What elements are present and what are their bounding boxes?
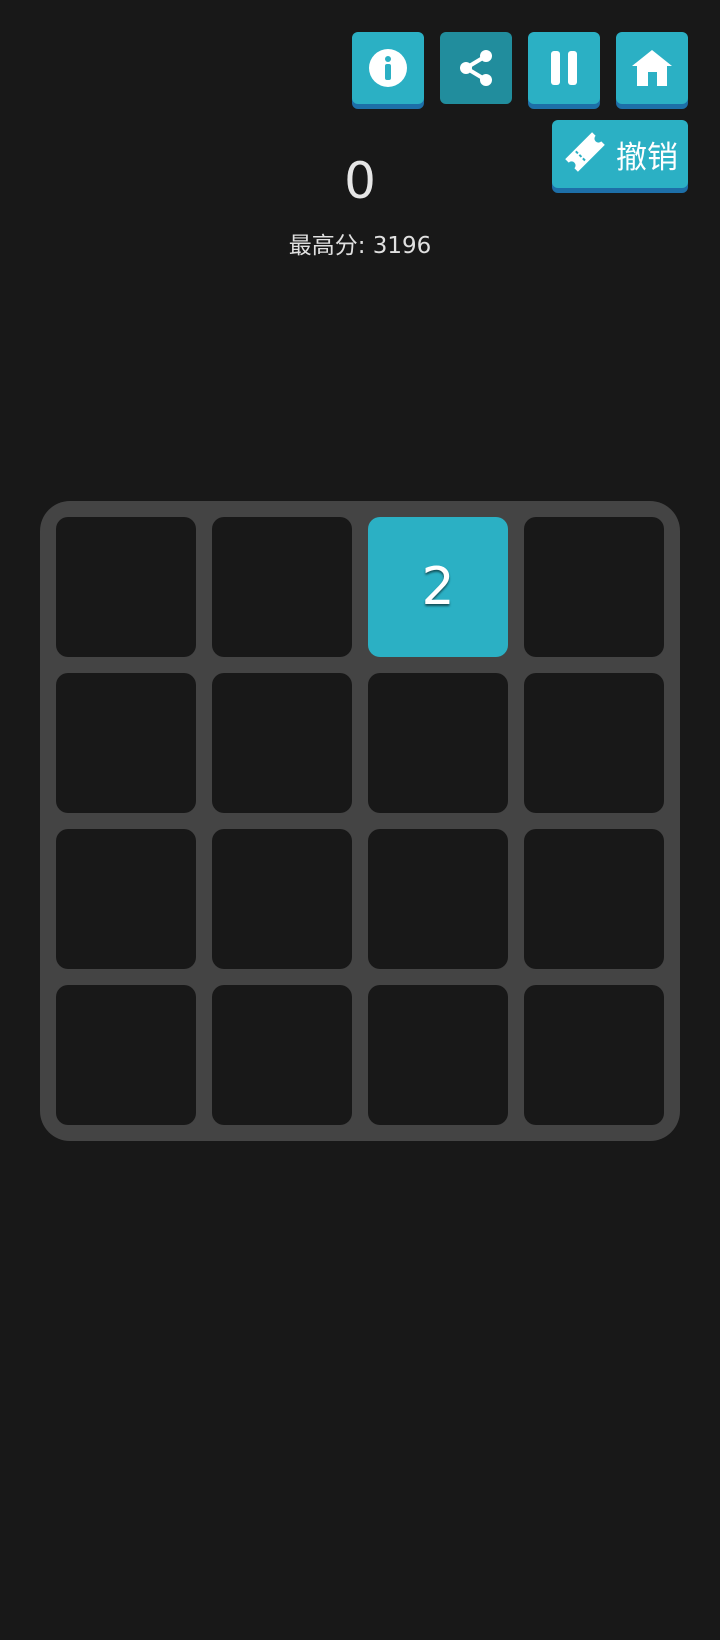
empty-cell (212, 985, 352, 1125)
info-button[interactable] (352, 32, 424, 104)
empty-cell (524, 517, 664, 657)
empty-cell (368, 985, 508, 1125)
best-score-label: 最高分: (288, 233, 366, 259)
info-icon (367, 47, 409, 89)
empty-cell (212, 673, 352, 813)
share-button[interactable] (440, 32, 512, 104)
empty-cell (212, 517, 352, 657)
empty-cell (212, 829, 352, 969)
empty-cell (56, 517, 196, 657)
empty-cell (56, 829, 196, 969)
number-tile: 2 (368, 517, 508, 657)
empty-cell (368, 673, 508, 813)
game-board[interactable]: 2 (40, 501, 680, 1141)
toolbar (352, 32, 688, 104)
home-icon (629, 47, 675, 89)
empty-cell (368, 829, 508, 969)
pause-button[interactable] (528, 32, 600, 104)
tile-value: 2 (421, 557, 455, 617)
empty-cell (56, 673, 196, 813)
share-icon (454, 46, 498, 90)
empty-cell (56, 985, 196, 1125)
pause-icon (544, 48, 584, 88)
current-score: 0 (344, 152, 376, 210)
empty-cell (524, 985, 664, 1125)
best-score-value: 3196 (372, 233, 432, 259)
empty-cell (524, 829, 664, 969)
home-button[interactable] (616, 32, 688, 104)
empty-cell (524, 673, 664, 813)
best-score: 最高分: 3196 (0, 226, 720, 260)
